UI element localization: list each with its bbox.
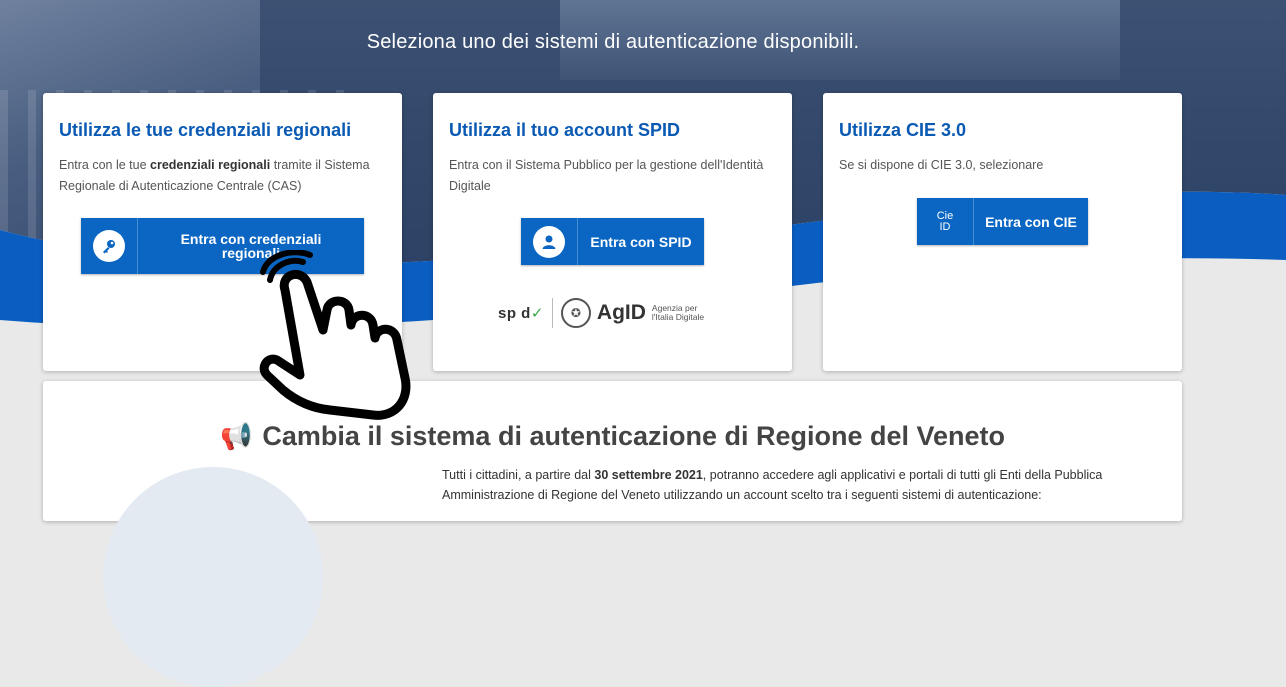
card-cie: Utilizza CIE 3.0 Se si dispone di CIE 3.… — [823, 93, 1182, 371]
pointer-hand-icon — [259, 250, 411, 420]
megaphone-icon: 📢 — [219, 421, 253, 451]
card-title: Utilizza le tue credenziali regionali — [59, 120, 352, 140]
cie-id-icon: Cie ID — [917, 198, 974, 245]
desc-prefix: Entra con le tue — [59, 158, 151, 172]
spid-agid-logos: sp d✓ ✪ AgID Agenzia per l'Italia Digita… — [498, 297, 738, 329]
page-subtitle: Seleziona uno dei sistemi di autenticazi… — [366, 31, 860, 53]
card-description: Entra con le tue credenziali regionali t… — [59, 155, 389, 197]
info-text-bold: 30 settembre 2021 — [594, 468, 703, 482]
button-label: Entra con SPID — [590, 233, 692, 250]
card-spid: Utilizza il tuo account SPID Entra con i… — [433, 93, 792, 371]
login-cie-button[interactable]: Cie ID Entra con CIE — [917, 198, 1088, 245]
button-label-line1: Entra con credenziali — [180, 231, 322, 247]
italy-emblem-icon: ✪ — [560, 298, 591, 328]
spid-logo: sp d✓ — [498, 305, 544, 322]
logo-divider — [551, 298, 553, 328]
info-title-text: Cambia il sistema di autenticazione di R… — [262, 421, 1006, 451]
desc-bold: credenziali regionali — [150, 158, 271, 172]
agid-subtitle: Agenzia per l'Italia Digitale — [651, 303, 705, 322]
info-text: Tutti i cittadini, a partire dal 30 sett… — [442, 465, 1162, 505]
decorative-circle — [103, 467, 323, 687]
key-icon — [81, 218, 138, 274]
login-spid-button[interactable]: Entra con SPID — [521, 218, 704, 265]
button-label: Entra con CIE — [985, 213, 1077, 230]
card-description: Se si dispone di CIE 3.0, selezionare — [839, 158, 1044, 172]
card-title: Utilizza il tuo account SPID — [449, 120, 681, 140]
card-description: Entra con il Sistema Pubblico per la ges… — [449, 158, 764, 193]
cie-icon-text: Cie — [936, 209, 954, 222]
info-section: 📢 Cambia il sistema di autenticazione di … — [43, 381, 1182, 687]
info-title: 📢 Cambia il sistema di autenticazione di … — [43, 421, 1182, 452]
agid-logo: AgID — [596, 301, 646, 324]
card-title: Utilizza CIE 3.0 — [839, 120, 967, 140]
id-icon-text: ID — [939, 220, 951, 233]
user-icon — [521, 218, 578, 265]
info-text-prefix: Tutti i cittadini, a partire dal — [442, 468, 595, 482]
